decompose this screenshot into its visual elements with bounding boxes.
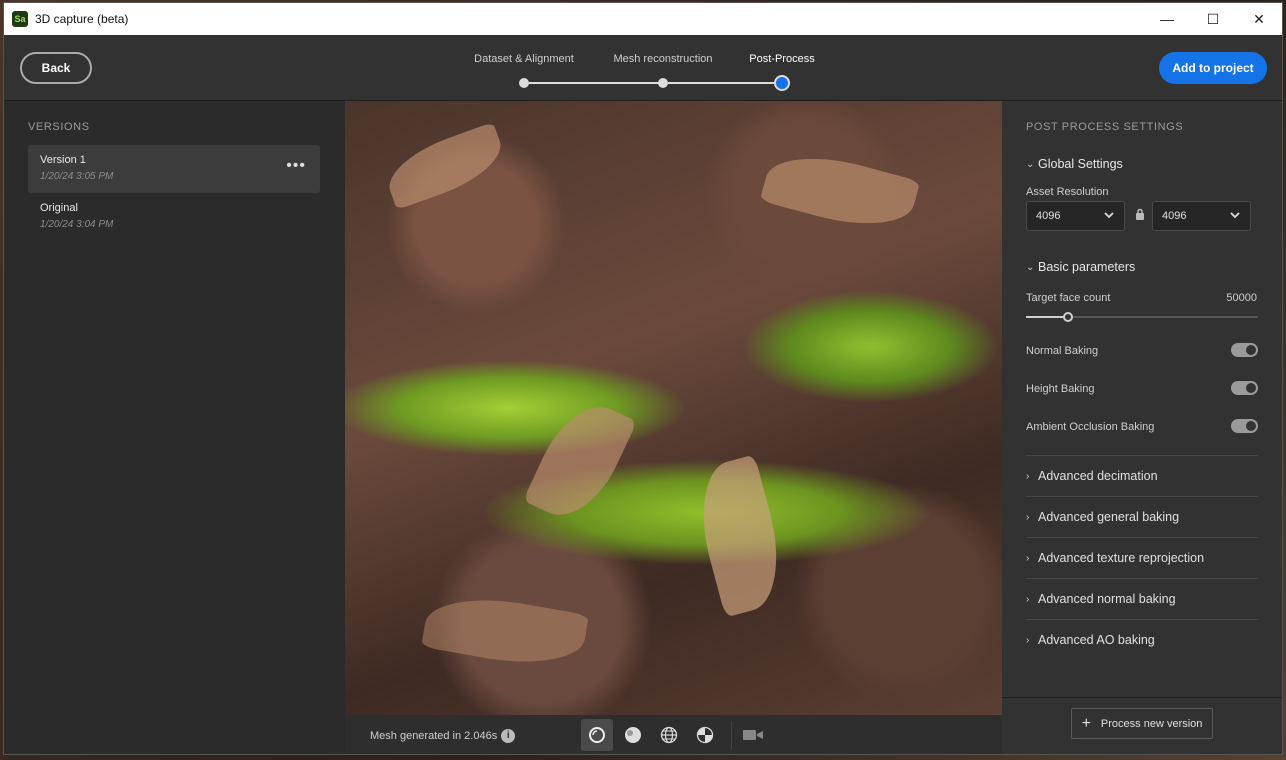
chevron-down-icon bbox=[1104, 212, 1114, 219]
header: Back Dataset & Alignment Mesh reconstruc… bbox=[4, 35, 1282, 101]
slider-handle[interactable] bbox=[1062, 312, 1073, 322]
step-mesh-reconstruction[interactable]: Mesh reconstruction bbox=[613, 53, 712, 65]
step-dot-dataset[interactable] bbox=[519, 78, 529, 88]
height-baking-toggle[interactable] bbox=[1231, 381, 1258, 395]
lock-icon[interactable] bbox=[1135, 208, 1145, 220]
basic-parameters-label: Basic parameters bbox=[1038, 260, 1136, 274]
advanced-normal-baking-item[interactable]: › Advanced normal baking bbox=[1026, 578, 1258, 619]
settings-title: POST PROCESS SETTINGS bbox=[1026, 121, 1184, 133]
step-connector bbox=[529, 82, 659, 84]
global-settings-header[interactable]: ⌄ Global Settings bbox=[1026, 157, 1123, 171]
chevron-right-icon: › bbox=[1026, 552, 1030, 564]
step-dot-mesh[interactable] bbox=[658, 78, 668, 88]
chevron-right-icon: › bbox=[1026, 511, 1030, 523]
maximize-button[interactable]: ☐ bbox=[1190, 3, 1236, 35]
normal-baking-toggle[interactable] bbox=[1231, 343, 1258, 357]
leaf-texture bbox=[421, 587, 589, 675]
wireframe-globe-icon[interactable] bbox=[653, 719, 685, 751]
settings-footer: + Process new version bbox=[1002, 697, 1282, 754]
target-face-count-label: Target face count bbox=[1026, 292, 1111, 304]
resolution-height-select[interactable]: 4096 bbox=[1152, 201, 1251, 231]
resolution-height-value: 4096 bbox=[1162, 210, 1187, 222]
leaf-texture bbox=[759, 142, 921, 240]
process-new-version-button[interactable]: + Process new version bbox=[1071, 708, 1213, 739]
title-bar: Sa 3D capture (beta) — ☐ ✕ bbox=[4, 3, 1282, 35]
advanced-item-label: Advanced AO baking bbox=[1038, 633, 1155, 647]
chevron-right-icon: › bbox=[1026, 470, 1030, 482]
advanced-general-baking-item[interactable]: › Advanced general baking bbox=[1026, 496, 1258, 537]
step-dataset-alignment[interactable]: Dataset & Alignment bbox=[474, 53, 574, 65]
step-dot-post-process[interactable] bbox=[774, 75, 790, 91]
info-icon[interactable]: i bbox=[501, 728, 516, 743]
toolbar-divider bbox=[731, 721, 732, 749]
versions-title: VERSIONS bbox=[28, 121, 90, 133]
more-options-icon[interactable]: ••• bbox=[286, 157, 306, 175]
step-connector bbox=[668, 82, 776, 84]
versions-panel: VERSIONS Version 1 1/20/24 3:05 PM ••• O… bbox=[4, 101, 345, 754]
advanced-texture-reprojection-item[interactable]: › Advanced texture reprojection bbox=[1026, 537, 1258, 578]
window-controls: — ☐ ✕ bbox=[1144, 3, 1282, 35]
slider-fill bbox=[1026, 316, 1068, 318]
normal-baking-label: Normal Baking bbox=[1026, 345, 1099, 357]
advanced-item-label: Advanced decimation bbox=[1038, 469, 1158, 483]
advanced-item-label: Advanced texture reprojection bbox=[1038, 551, 1205, 565]
chevron-down-icon bbox=[1230, 212, 1240, 219]
mesh-status: Mesh generated in 2.046s i bbox=[370, 728, 516, 743]
window-title: 3D capture (beta) bbox=[35, 12, 129, 26]
resolution-width-value: 4096 bbox=[1036, 210, 1061, 222]
leaf-texture bbox=[522, 391, 638, 531]
matcap-sphere-icon[interactable] bbox=[617, 719, 649, 751]
version-name: Original bbox=[40, 202, 78, 214]
ao-baking-label: Ambient Occlusion Baking bbox=[1026, 421, 1155, 433]
global-settings-label: Global Settings bbox=[1038, 157, 1123, 171]
version-item[interactable]: Version 1 1/20/24 3:05 PM ••• bbox=[28, 145, 320, 193]
chevron-right-icon: › bbox=[1026, 634, 1030, 646]
toggle-knob bbox=[1246, 421, 1256, 431]
target-face-count-slider[interactable] bbox=[1026, 312, 1258, 322]
step-post-process[interactable]: Post-Process bbox=[749, 53, 814, 65]
close-button[interactable]: ✕ bbox=[1236, 3, 1282, 35]
toggle-knob bbox=[1246, 345, 1256, 355]
leaf-texture bbox=[686, 454, 794, 618]
advanced-item-label: Advanced general baking bbox=[1038, 510, 1180, 524]
chevron-down-icon: ⌄ bbox=[1026, 158, 1035, 170]
leaf-texture bbox=[380, 121, 510, 211]
back-button[interactable]: Back bbox=[20, 52, 92, 84]
advanced-item-label: Advanced normal baking bbox=[1038, 592, 1176, 606]
viewport-toolbar: Mesh generated in 2.046s i bbox=[345, 715, 1002, 754]
camera-icon[interactable] bbox=[737, 719, 769, 751]
chevron-down-icon: ⌄ bbox=[1026, 261, 1035, 273]
version-date: 1/20/24 3:04 PM bbox=[40, 219, 114, 230]
uv-checker-icon[interactable] bbox=[689, 719, 721, 751]
toggle-knob bbox=[1246, 383, 1256, 393]
solid-shading-icon[interactable] bbox=[581, 719, 613, 751]
advanced-decimation-item[interactable]: › Advanced decimation bbox=[1026, 455, 1258, 496]
version-name: Version 1 bbox=[40, 154, 86, 166]
target-face-count-value: 50000 bbox=[1226, 292, 1257, 304]
asset-resolution-label: Asset Resolution bbox=[1026, 186, 1109, 198]
chevron-right-icon: › bbox=[1026, 593, 1030, 605]
basic-parameters-header[interactable]: ⌄ Basic parameters bbox=[1026, 260, 1135, 274]
plus-icon: + bbox=[1081, 714, 1091, 732]
ao-baking-toggle[interactable] bbox=[1231, 419, 1258, 433]
version-date: 1/20/24 3:05 PM bbox=[40, 171, 114, 182]
resolution-width-select[interactable]: 4096 bbox=[1026, 201, 1125, 231]
minimize-button[interactable]: — bbox=[1144, 3, 1190, 35]
process-new-version-label: Process new version bbox=[1100, 717, 1203, 730]
app-window: Sa 3D capture (beta) — ☐ ✕ Back Dataset … bbox=[3, 2, 1283, 755]
post-process-settings-panel: POST PROCESS SETTINGS ⌄ Global Settings … bbox=[1002, 101, 1282, 754]
height-baking-label: Height Baking bbox=[1026, 383, 1095, 395]
mesh-status-text: Mesh generated in 2.046s bbox=[370, 729, 498, 742]
version-item[interactable]: Original 1/20/24 3:04 PM bbox=[28, 193, 320, 241]
add-to-project-button[interactable]: Add to project bbox=[1159, 52, 1267, 84]
app-logo-icon: Sa bbox=[12, 11, 28, 27]
advanced-ao-baking-item[interactable]: › Advanced AO baking bbox=[1026, 619, 1258, 660]
3d-viewport[interactable] bbox=[345, 101, 1002, 715]
